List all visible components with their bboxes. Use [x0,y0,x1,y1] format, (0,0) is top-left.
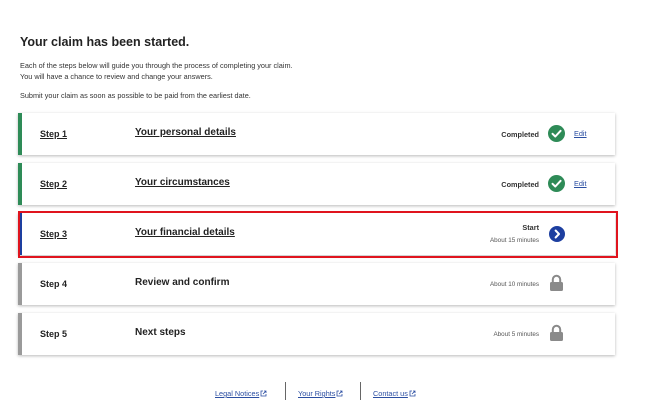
step-4-number: Step 4 [40,279,68,289]
step-status-bar [18,213,22,255]
step-card-4: Step 4 Review and confirm About 10 minut… [18,263,615,305]
step-5-number: Step 5 [40,329,68,339]
step-3-number-link[interactable]: Step 3 [40,229,67,239]
footer-link-your-rights[interactable]: Your Rights [298,389,343,399]
step-status-bar [18,313,22,355]
chevron-right-circle-icon[interactable] [549,226,565,242]
step-card-5: Step 5 Next steps About 5 minutes [18,313,615,355]
step-status-bar [18,113,22,155]
check-circle-icon [548,175,565,192]
step-4-title: Review and confirm [135,277,230,288]
lock-icon [549,324,564,347]
intro-line-2: You will have a chance to review and cha… [20,72,213,81]
footer-link-label: Contact us [373,389,408,398]
lock-icon [549,274,564,297]
step-status-bar [18,163,22,205]
footer-link-legal-notices[interactable]: Legal Notices [215,389,267,399]
intro-line-1: Each of the steps below will guide you t… [20,61,293,70]
step-5-duration: About 5 minutes [493,331,539,338]
intro-text: Each of the steps below will guide you t… [20,60,293,82]
external-link-icon [260,390,267,399]
step-1-edit-link[interactable]: Edit [574,129,587,138]
step-2-edit-link[interactable]: Edit [574,179,587,188]
step-2-status: Completed [501,180,539,189]
footer-link-label: Legal Notices [215,389,260,398]
step-3-duration: About 15 minutes [489,237,539,244]
check-circle-icon [548,125,565,142]
footer-link-label: Your Rights [298,389,336,398]
step-5-title: Next steps [135,327,186,338]
step-status-bar [18,263,22,305]
footer-divider [360,382,361,400]
external-link-icon [409,390,416,399]
intro-line-3: Submit your claim as soon as possible to… [20,91,251,100]
step-3-start-label[interactable]: Start [522,223,539,232]
page-title: Your claim has been started. [20,35,190,49]
footer-divider [285,382,286,400]
step-4-duration: About 10 minutes [489,281,539,288]
footer-link-contact-us[interactable]: Contact us [373,389,416,399]
step-card-2: Step 2 Your circumstances Completed Edit [18,163,615,205]
step-2-number-link[interactable]: Step 2 [40,179,67,189]
step-1-title-link[interactable]: Your personal details [135,127,236,138]
step-card-3[interactable]: Step 3 Your financial details Start Abou… [18,213,615,255]
step-1-number-link[interactable]: Step 1 [40,129,67,139]
step-3-title-link[interactable]: Your financial details [135,227,235,238]
external-link-icon [336,390,343,399]
step-1-status: Completed [501,130,539,139]
step-card-1: Step 1 Your personal details Completed E… [18,113,615,155]
step-2-title-link[interactable]: Your circumstances [135,177,230,188]
